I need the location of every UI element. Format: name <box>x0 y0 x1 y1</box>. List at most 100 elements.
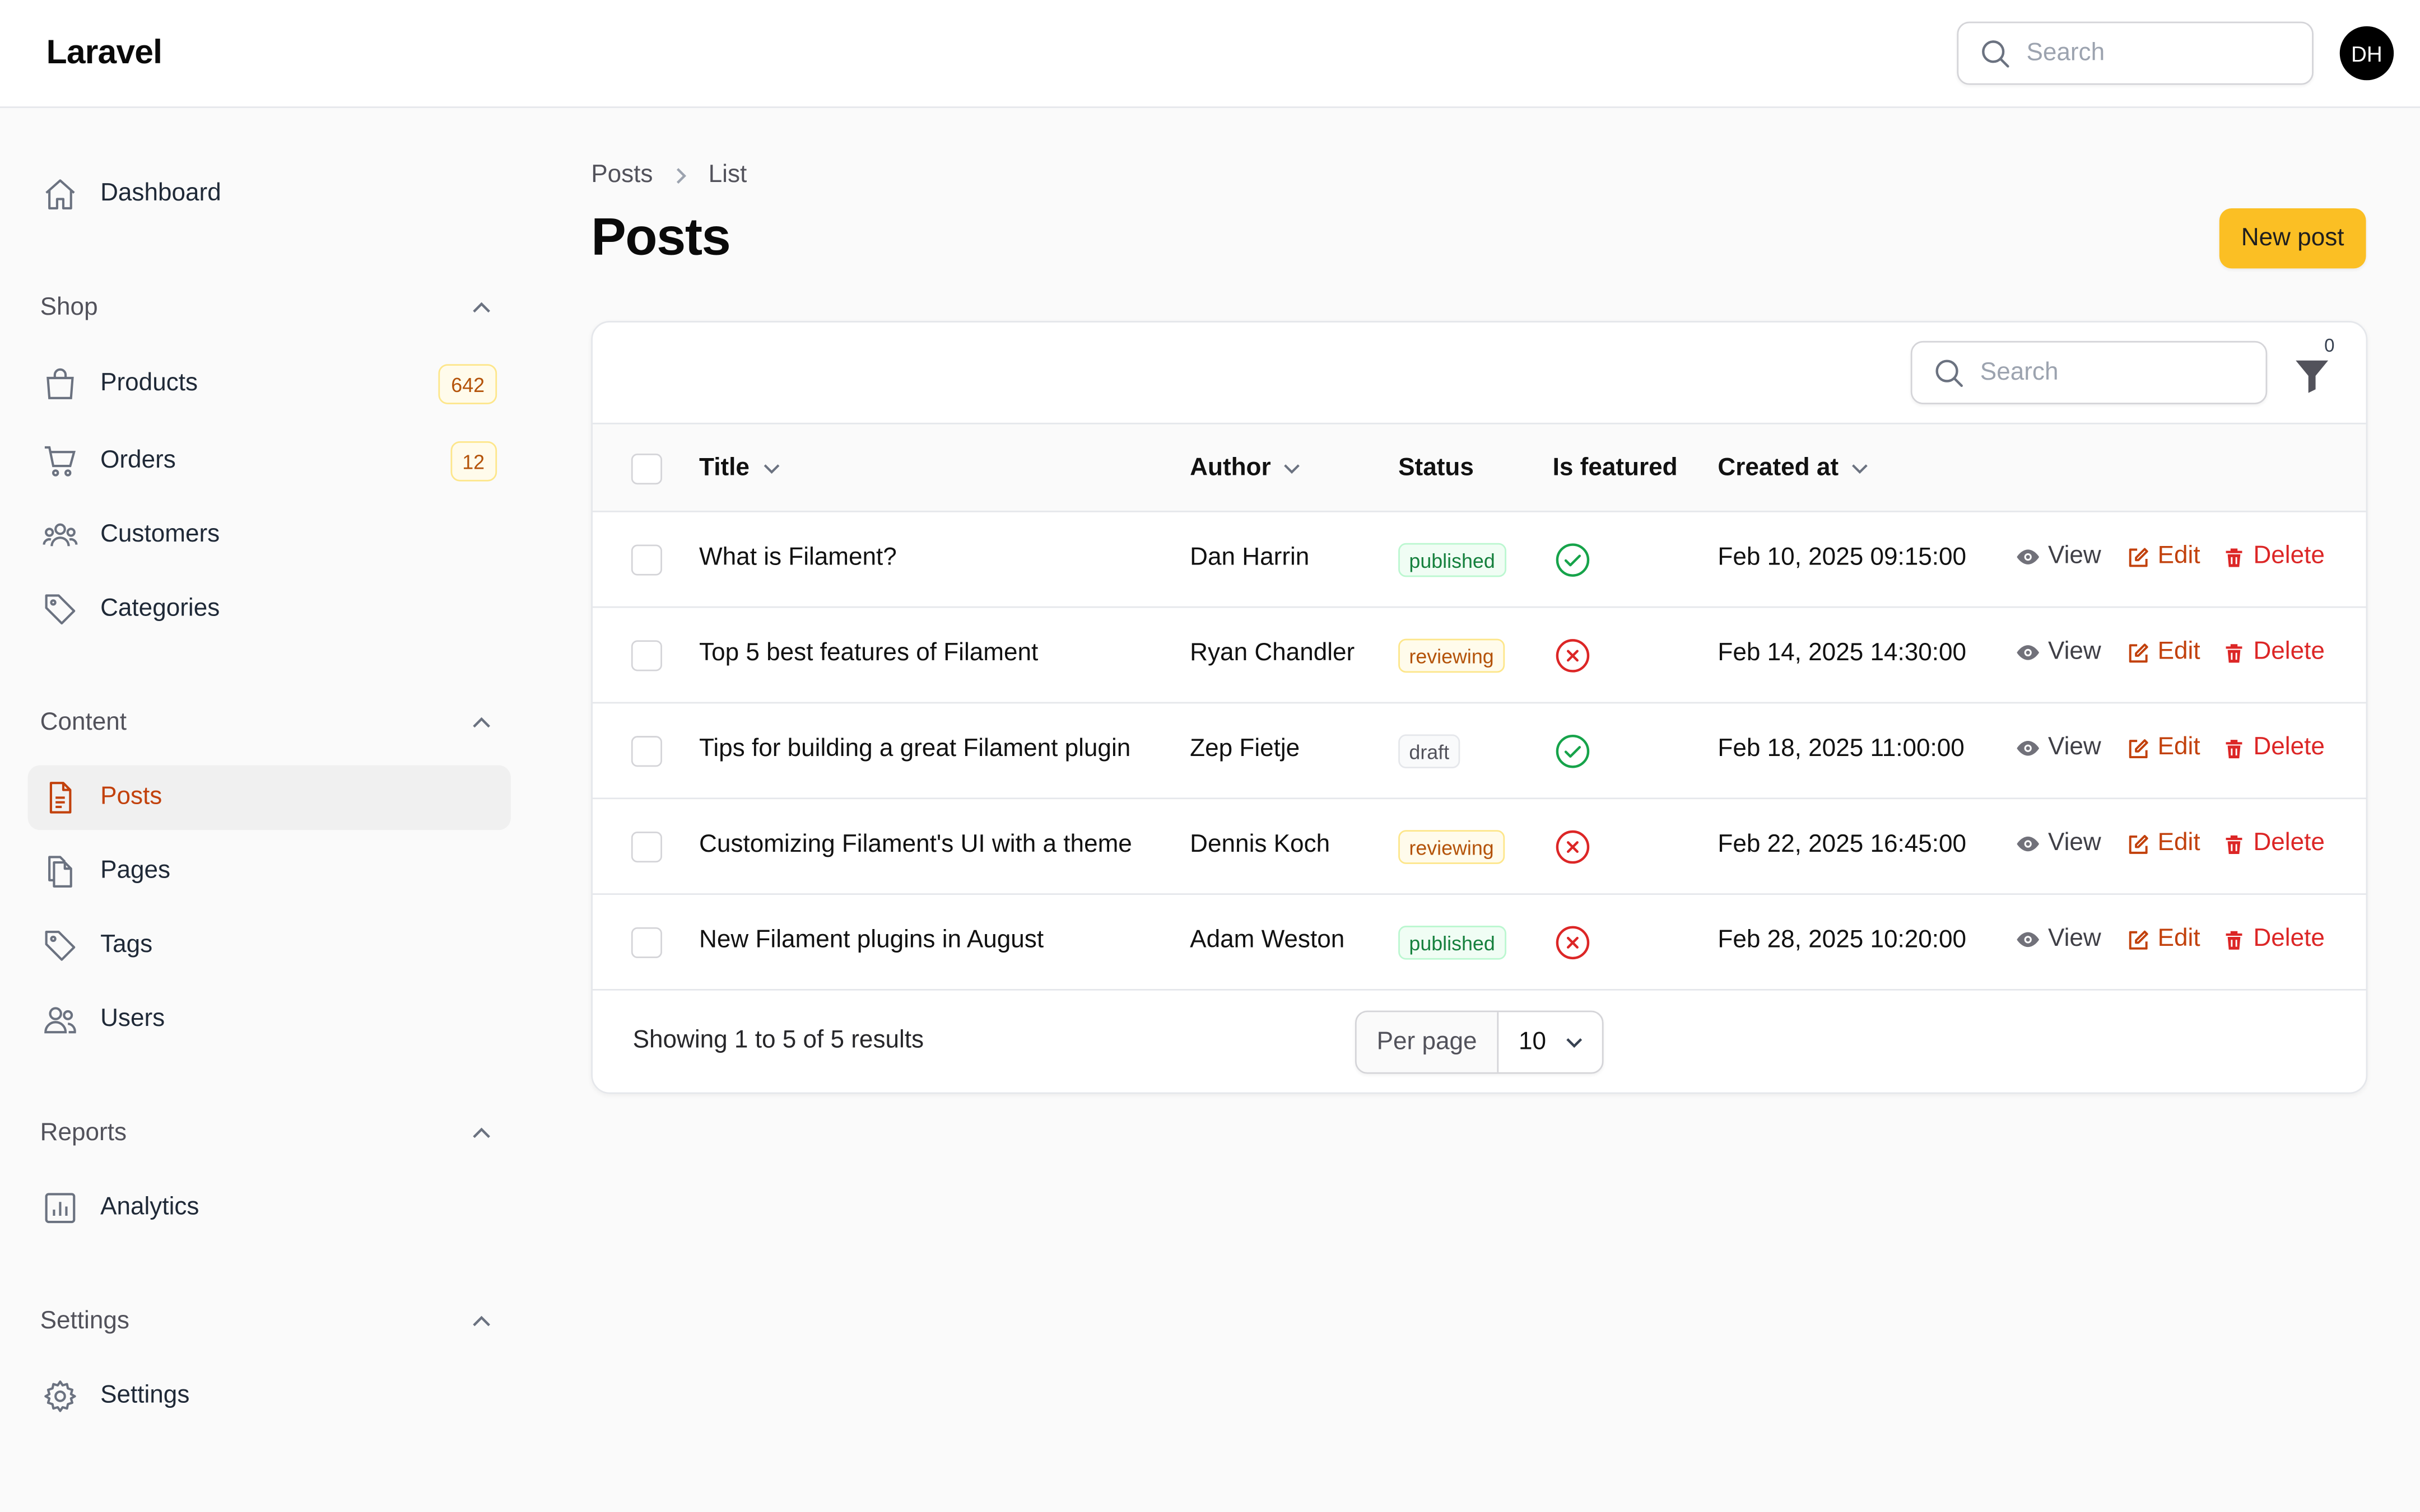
edit-action[interactable]: Edit <box>2127 734 2200 762</box>
gear-icon <box>44 1380 76 1412</box>
cell-created-at: Feb 18, 2025 11:00:00 <box>1718 736 1965 763</box>
check-circle-icon <box>1554 733 1591 770</box>
column-header-created[interactable]: Created at <box>1718 455 1869 483</box>
pencil-square-icon <box>2127 737 2150 760</box>
chevron-up-icon[interactable] <box>471 1126 492 1142</box>
filter-icon[interactable] <box>2291 353 2334 396</box>
table-header: Title Author Status Is featured Created … <box>592 422 2366 512</box>
table-search[interactable] <box>1910 340 2268 404</box>
column-header-featured: Is featured <box>1553 455 1678 483</box>
chevron-up-icon[interactable] <box>471 301 492 316</box>
sidebar-item-dashboard[interactable]: Dashboard <box>28 162 511 227</box>
trash-icon <box>2222 641 2245 664</box>
cell-title[interactable]: What is Filament? <box>699 545 897 573</box>
cell-title[interactable]: New Filament plugins in August <box>699 927 1044 955</box>
breadcrumb: Posts List <box>591 162 747 190</box>
delete-action[interactable]: Delete <box>2222 926 2325 954</box>
chart-bar-icon <box>45 1193 76 1224</box>
column-header-label: Is featured <box>1552 455 1678 482</box>
table-row[interactable]: Tips for building a great Filament plugi… <box>592 703 2366 800</box>
sidebar-item-products[interactable]: Products 642 <box>28 352 511 417</box>
cell-title[interactable]: Customizing Filament's UI with a theme <box>699 832 1132 860</box>
edit-action[interactable]: Edit <box>2127 830 2200 858</box>
row-checkbox[interactable] <box>631 927 662 958</box>
edit-label: Edit <box>2157 638 2200 665</box>
chevron-up-icon[interactable] <box>471 716 492 731</box>
sidebar-item-categories[interactable]: Categories <box>28 577 511 642</box>
avatar[interactable]: DH <box>2339 26 2394 81</box>
sidebar-item-users[interactable]: Users <box>28 987 511 1052</box>
nav-group-content[interactable]: Content <box>40 707 496 744</box>
chevron-up-icon[interactable] <box>471 1314 492 1330</box>
sidebar-item-settings[interactable]: Settings <box>28 1364 511 1429</box>
eye-icon <box>2016 927 2040 952</box>
nav-group-reports[interactable]: Reports <box>40 1117 496 1154</box>
edit-action[interactable]: Edit <box>2127 926 2200 954</box>
pagination-summary: Showing 1 to 5 of 5 results <box>632 1027 924 1054</box>
cell-created-at: Feb 10, 2025 09:15:00 <box>1718 544 1967 571</box>
cell-author: Adam Weston <box>1190 927 1345 954</box>
view-label: View <box>2048 543 2101 570</box>
row-checkbox[interactable] <box>631 640 662 671</box>
sidebar-item-posts[interactable]: Posts <box>27 765 511 830</box>
view-action[interactable]: View <box>2016 926 2101 954</box>
sidebar-item-analytics[interactable]: Analytics <box>28 1175 511 1240</box>
sidebar-item-label: Posts <box>100 783 162 810</box>
table-row[interactable]: New Filament plugins in August Adam Westo… <box>592 895 2366 991</box>
x-circle-icon <box>1554 828 1591 865</box>
cell-created-at: Feb 28, 2025 10:20:00 <box>1718 927 1967 954</box>
select-all-checkbox[interactable] <box>631 453 662 485</box>
nav-group-settings[interactable]: Settings <box>40 1305 496 1342</box>
cell-author: Dan Harrin <box>1190 544 1310 571</box>
sidebar-item-customers[interactable]: Customers <box>28 503 511 568</box>
cell-title[interactable]: Tips for building a great Filament plugi… <box>699 736 1130 764</box>
sidebar-item-orders[interactable]: Orders 12 <box>28 429 511 494</box>
delete-action[interactable]: Delete <box>2222 734 2325 762</box>
cell-title[interactable]: Top 5 best features of Filament <box>699 640 1038 668</box>
breadcrumb-parent[interactable]: Posts <box>591 162 653 190</box>
view-action[interactable]: View <box>2016 639 2101 667</box>
per-page-value[interactable]: 10 <box>1498 1012 1602 1072</box>
trash-icon <box>2222 737 2245 760</box>
sidebar-item-tags[interactable]: Tags <box>28 913 511 978</box>
edit-action[interactable]: Edit <box>2127 639 2200 667</box>
status-badge: reviewing <box>1398 830 1505 864</box>
view-action[interactable]: View <box>2016 734 2101 762</box>
column-header-author[interactable]: Author <box>1190 455 1302 483</box>
pencil-square-icon <box>2127 545 2150 568</box>
brand-logo[interactable]: Laravel <box>46 32 162 73</box>
row-checkbox[interactable] <box>631 736 662 767</box>
sidebar-item-label: Tags <box>100 932 153 958</box>
trash-icon <box>2222 545 2245 568</box>
edit-action[interactable]: Edit <box>2127 543 2200 571</box>
chevron-down-icon <box>1566 1037 1582 1047</box>
delete-action[interactable]: Delete <box>2222 830 2325 858</box>
edit-label: Edit <box>2157 926 2200 952</box>
nav-group-shop[interactable]: Shop <box>40 292 496 329</box>
per-page-label: Per page <box>1356 1012 1499 1072</box>
table-row[interactable]: Customizing Filament's UI with a theme De… <box>592 799 2366 895</box>
sidebar-item-label: Users <box>100 1006 165 1033</box>
row-checkbox[interactable] <box>631 831 662 863</box>
sidebar-item-pages[interactable]: Pages <box>28 839 511 904</box>
delete-action[interactable]: Delete <box>2222 543 2325 571</box>
per-page-select[interactable]: Per page 10 <box>1355 1010 1604 1074</box>
table-search-input[interactable] <box>1980 354 2250 392</box>
eye-icon <box>2016 545 2040 570</box>
view-label: View <box>2048 830 2101 857</box>
delete-label: Delete <box>2253 638 2325 665</box>
new-post-button[interactable]: New post <box>2219 208 2366 269</box>
column-header-title[interactable]: Title <box>699 455 780 483</box>
table-row[interactable]: Top 5 best features of Filament Ryan Chan… <box>592 608 2366 704</box>
cell-author: Zep Fietje <box>1190 736 1300 763</box>
x-circle-icon <box>1554 637 1591 674</box>
global-search-input[interactable] <box>2026 35 2297 73</box>
delete-action[interactable]: Delete <box>2222 639 2325 667</box>
status-badge: draft <box>1398 734 1460 769</box>
global-search[interactable] <box>1957 21 2314 85</box>
view-label: View <box>2048 734 2101 761</box>
row-checkbox[interactable] <box>631 544 662 576</box>
view-action[interactable]: View <box>2016 543 2101 571</box>
table-row[interactable]: What is Filament? Dan Harrin published Feb … <box>592 512 2366 608</box>
view-action[interactable]: View <box>2016 830 2101 858</box>
